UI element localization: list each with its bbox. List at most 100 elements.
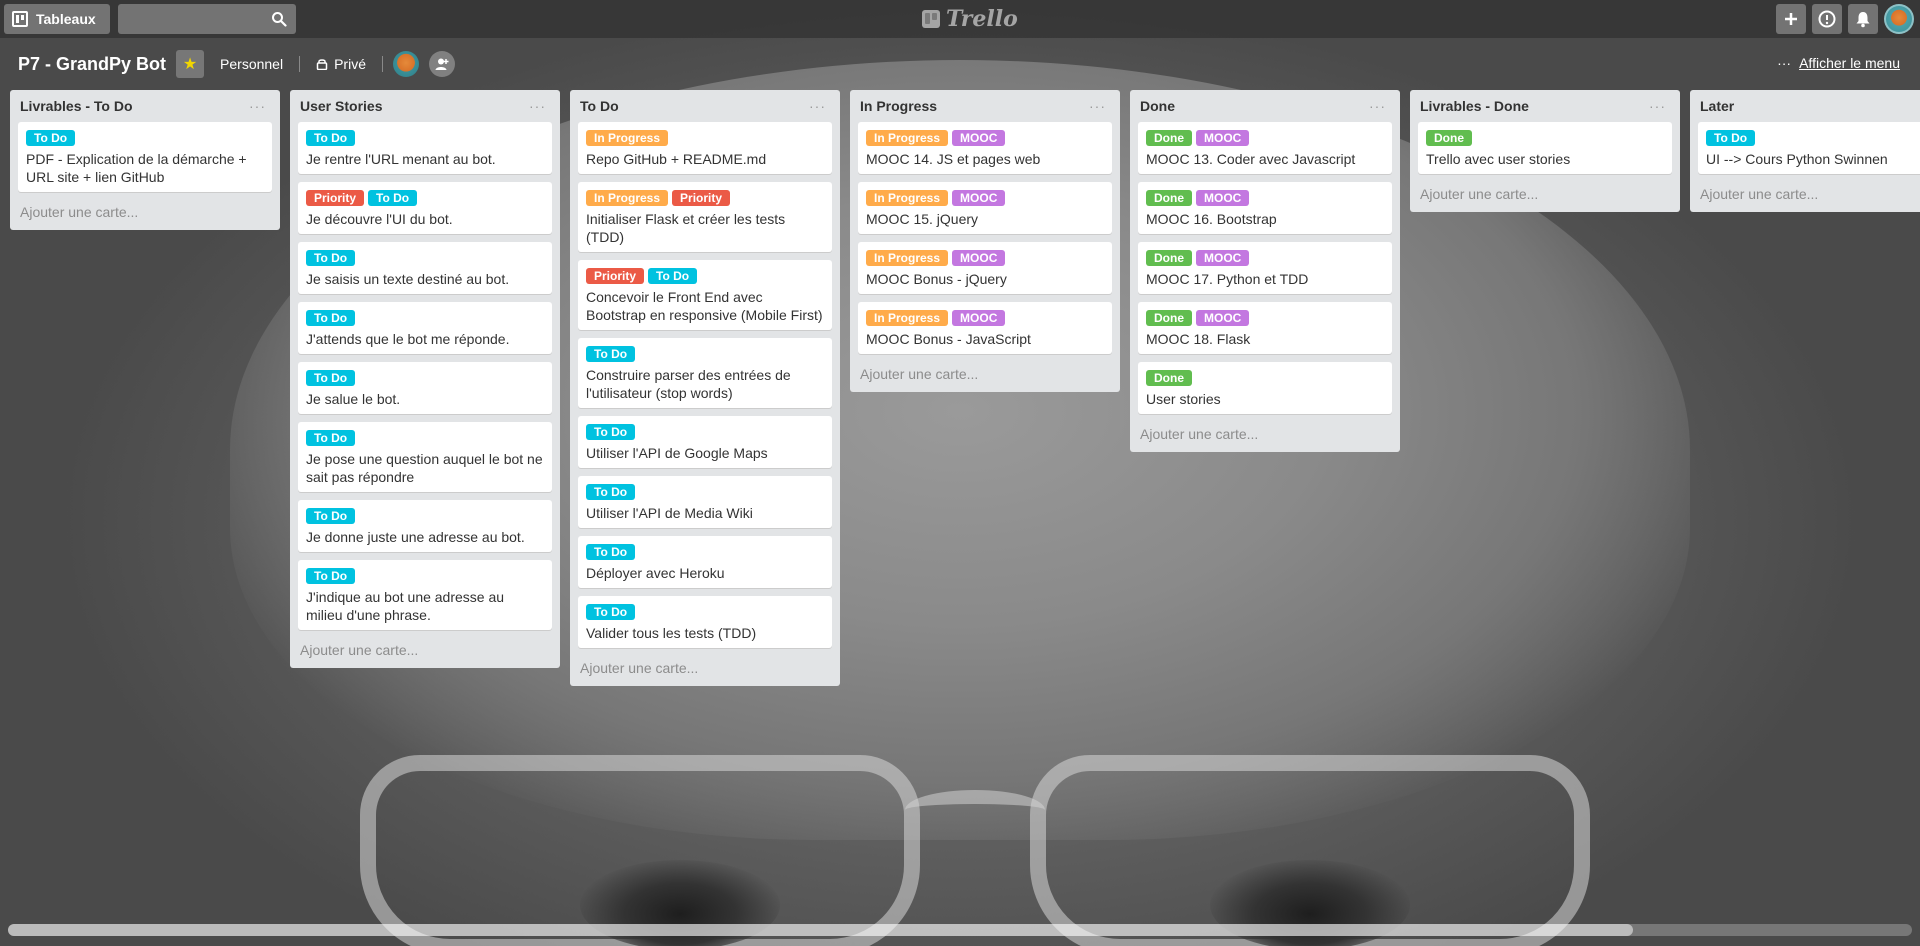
card[interactable]: To Do Construire parser des entrées de l'…: [578, 338, 832, 408]
team-link[interactable]: Personnel: [214, 56, 289, 72]
card[interactable]: In Progress Repo GitHub + README.md: [578, 122, 832, 174]
add-card-link[interactable]: Ajouter une carte...: [1418, 182, 1672, 206]
card[interactable]: To Do Je rentre l'URL menant au bot.: [298, 122, 552, 174]
card-labels: Done MOOC: [1146, 310, 1384, 326]
card-label: To Do: [586, 484, 636, 500]
card[interactable]: Done MOOC MOOC 13. Coder avec Javascript: [1138, 122, 1392, 174]
list-menu-icon[interactable]: ···: [1089, 98, 1110, 114]
card-label: MOOC: [1196, 190, 1250, 206]
card-labels: To Do: [306, 508, 544, 524]
card-labels: To Do: [306, 130, 544, 146]
card-title: UI --> Cours Python Swinnen: [1706, 151, 1888, 167]
card[interactable]: To Do Je donne juste une adresse au bot.: [298, 500, 552, 552]
add-card-link[interactable]: Ajouter une carte...: [858, 362, 1112, 386]
card-label: MOOC: [952, 130, 1006, 146]
add-card-link[interactable]: Ajouter une carte...: [18, 200, 272, 224]
show-menu-button[interactable]: ··· Afficher le menu: [1777, 55, 1900, 71]
card-title: Je pose une question auquel le bot ne sa…: [306, 451, 543, 485]
board-title[interactable]: P7 - GrandPy Bot: [18, 54, 166, 75]
card-title: User stories: [1146, 391, 1221, 407]
add-card-link[interactable]: Ajouter une carte...: [578, 656, 832, 680]
card-title: MOOC 14. JS et pages web: [866, 151, 1041, 167]
list-menu-icon[interactable]: ···: [1649, 98, 1670, 114]
boards-button[interactable]: Tableaux: [4, 4, 110, 34]
user-avatar[interactable]: [1884, 4, 1914, 34]
list-menu-icon[interactable]: ···: [249, 98, 270, 114]
card-title: MOOC Bonus - JavaScript: [866, 331, 1031, 347]
member-avatar[interactable]: [392, 51, 419, 77]
list-column: In Progress ··· In Progress MOOC MOOC 14. JS…: [850, 90, 1120, 392]
card-title: MOOC 17. Python et TDD: [1146, 271, 1309, 287]
card[interactable]: To Do Je pose une question auquel le bot …: [298, 422, 552, 492]
list-menu-icon[interactable]: ···: [809, 98, 830, 114]
card[interactable]: To Do Je saisis un texte destiné au bot.: [298, 242, 552, 294]
card-labels: To Do: [586, 544, 824, 560]
card[interactable]: To Do UI --> Cours Python Swinnen: [1698, 122, 1920, 174]
card-title: J'indique au bot une adresse au milieu d…: [306, 589, 505, 623]
card[interactable]: To Do J'indique au bot une adresse au mil…: [298, 560, 552, 630]
card[interactable]: In Progress Priority Initialiser Flask et …: [578, 182, 832, 252]
card-labels: Priority To Do: [306, 190, 544, 206]
star-button[interactable]: ★: [176, 50, 205, 78]
add-card-link[interactable]: Ajouter une carte...: [1138, 422, 1392, 446]
trello-logo[interactable]: Trello: [922, 6, 1018, 32]
visibility-button[interactable]: Privé: [310, 56, 372, 72]
card[interactable]: To Do Utiliser l'API de Google Maps: [578, 416, 832, 468]
card[interactable]: To Do Déployer avec Heroku: [578, 536, 832, 588]
card-label: To Do: [306, 370, 356, 386]
card[interactable]: In Progress MOOC MOOC 14. JS et pages web: [858, 122, 1112, 174]
list-column: To Do ··· In Progress Repo GitHub + README.…: [570, 90, 840, 686]
info-button[interactable]: [1812, 4, 1842, 34]
card-label: To Do: [1706, 130, 1756, 146]
board-horizontal-scrollbar[interactable]: [8, 924, 1912, 936]
list-column: Livrables - To Do ··· To Do PDF - Explicati…: [10, 90, 280, 230]
card-labels: Done: [1146, 370, 1384, 386]
list-header: Livrables - To Do ···: [18, 90, 272, 122]
card-title: Utiliser l'API de Media Wiki: [586, 505, 753, 521]
card[interactable]: Done MOOC MOOC 18. Flask: [1138, 302, 1392, 354]
list-title[interactable]: Livrables - Done: [1420, 98, 1529, 114]
create-button[interactable]: [1776, 4, 1806, 34]
search-input[interactable]: [118, 4, 296, 34]
card-label: In Progress: [866, 130, 949, 146]
add-card-link[interactable]: Ajouter une carte...: [1698, 182, 1920, 206]
card-labels: In Progress MOOC: [866, 310, 1104, 326]
card[interactable]: To Do Valider tous les tests (TDD): [578, 596, 832, 648]
show-menu-label: Afficher le menu: [1799, 55, 1900, 71]
card[interactable]: Priority To Do Concevoir le Front End avec…: [578, 260, 832, 330]
card[interactable]: In Progress MOOC MOOC Bonus - jQuery: [858, 242, 1112, 294]
list-title[interactable]: Livrables - To Do: [20, 98, 133, 114]
list-title[interactable]: User Stories: [300, 98, 382, 114]
card[interactable]: To Do PDF - Explication de la démarche + …: [18, 122, 272, 192]
notifications-button[interactable]: [1848, 4, 1878, 34]
card-label: MOOC: [1196, 130, 1250, 146]
card[interactable]: In Progress MOOC MOOC Bonus - JavaScript: [858, 302, 1112, 354]
boards-icon: [12, 11, 28, 27]
card[interactable]: To Do Utiliser l'API de Media Wiki: [578, 476, 832, 528]
card-label: To Do: [306, 310, 356, 326]
card[interactable]: Done User stories: [1138, 362, 1392, 414]
list-menu-icon[interactable]: ···: [529, 98, 550, 114]
card-labels: To Do: [586, 604, 824, 620]
card[interactable]: Done MOOC MOOC 17. Python et TDD: [1138, 242, 1392, 294]
card[interactable]: In Progress MOOC MOOC 15. jQuery: [858, 182, 1112, 234]
list-title[interactable]: In Progress: [860, 98, 937, 114]
list-menu-icon[interactable]: ···: [1369, 98, 1390, 114]
list-title[interactable]: To Do: [580, 98, 619, 114]
card[interactable]: To Do Je salue le bot.: [298, 362, 552, 414]
list-title[interactable]: Done: [1140, 98, 1175, 114]
list-title[interactable]: Later: [1700, 98, 1734, 114]
card-label: To Do: [586, 424, 636, 440]
card[interactable]: Done Trello avec user stories: [1418, 122, 1672, 174]
card-label: In Progress: [866, 190, 949, 206]
card-label: MOOC: [952, 190, 1006, 206]
scrollbar-thumb[interactable]: [8, 924, 1633, 936]
add-member-button[interactable]: [428, 51, 455, 77]
card-title: Je salue le bot.: [306, 391, 401, 407]
add-card-link[interactable]: Ajouter une carte...: [298, 638, 552, 662]
search-icon[interactable]: [271, 11, 287, 27]
card[interactable]: Priority To Do Je découvre l'UI du bot.: [298, 182, 552, 234]
card[interactable]: To Do J'attends que le bot me réponde.: [298, 302, 552, 354]
list-column: Done ··· Done MOOC MOOC 13. Coder avec Javas…: [1130, 90, 1400, 452]
card[interactable]: Done MOOC MOOC 16. Bootstrap: [1138, 182, 1392, 234]
